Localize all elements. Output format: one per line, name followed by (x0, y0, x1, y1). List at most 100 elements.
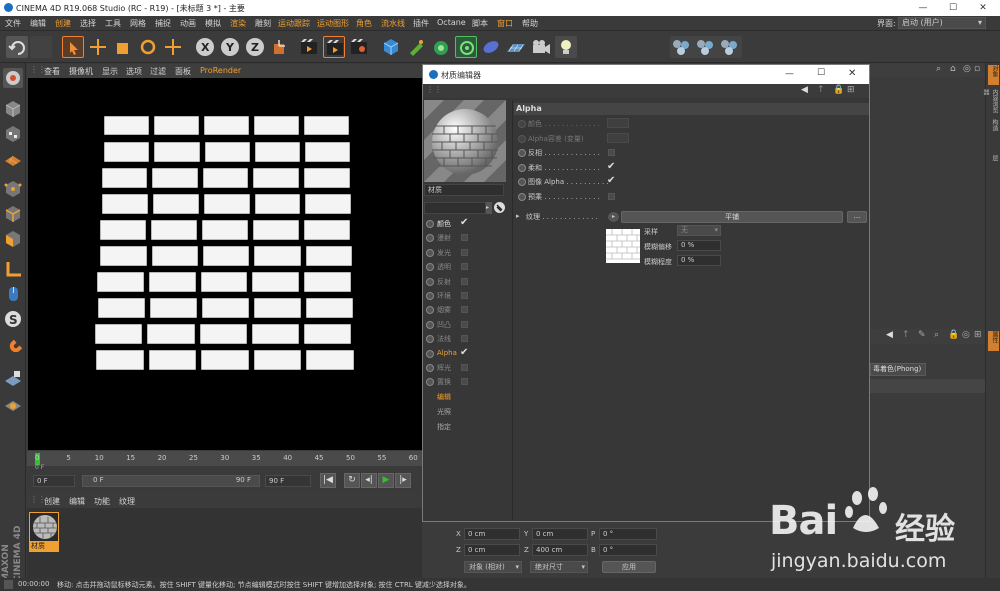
property-value-field[interactable] (607, 132, 629, 143)
preview-size-arrow-icon[interactable]: ▸ (486, 202, 492, 214)
move-tool-button[interactable] (87, 36, 109, 58)
cloner-button[interactable] (455, 36, 477, 58)
property-animate-icon[interactable] (518, 192, 526, 201)
channel-item[interactable]: 透明 (423, 260, 508, 273)
coord-mode-dropdown[interactable]: 对象 (相对) ▾ (464, 561, 522, 573)
channel-checkbox[interactable] (461, 234, 468, 242)
checkmark-icon[interactable]: ✔ (607, 176, 615, 186)
channel-item[interactable]: 法线 (423, 332, 508, 345)
attr-lock-icon[interactable]: 🔒 (948, 330, 959, 340)
end-frame-field[interactable]: 90 F (265, 475, 311, 487)
menu-sculpt[interactable]: 雕刻 (255, 18, 271, 29)
step-back-button[interactable]: ◂| (361, 473, 377, 488)
render-picture-viewer-button[interactable] (323, 36, 345, 58)
menu-edit[interactable]: 编辑 (30, 18, 46, 29)
x-axis-button[interactable]: X (194, 36, 216, 58)
render-view-button[interactable] (298, 36, 320, 58)
magnet-icon[interactable] (3, 339, 23, 359)
tab-content-browser[interactable]: 内容浏览器 (982, 89, 999, 117)
material-menu-create[interactable]: 创建 (44, 496, 60, 507)
channel-item[interactable]: 环境 (423, 289, 508, 302)
timeline[interactable]: 0510152025303540455055606570758085900 F (27, 451, 606, 471)
lock-icon[interactable]: 🔒 (833, 85, 844, 95)
channel-item[interactable]: 烟雾 (423, 303, 508, 316)
dialog-maximize-button[interactable]: ☐ (817, 68, 825, 78)
material-name-field[interactable]: 材质 (424, 184, 504, 196)
menu-window[interactable]: 窗口 (497, 18, 513, 29)
size-mode-dropdown[interactable]: 绝对尺寸 ▾ (530, 561, 588, 573)
channel-checkbox[interactable] (461, 364, 468, 371)
channel-radio-icon[interactable] (426, 234, 434, 243)
viewport-menu-filter[interactable]: 过滤 (150, 66, 166, 77)
frame-range-slider[interactable]: 0 F 90 F (82, 475, 260, 487)
viewport-menu-display[interactable]: 显示 (102, 66, 118, 77)
points-mode-icon[interactable] (3, 179, 23, 199)
attr-search-icon[interactable]: ⌕ (934, 330, 939, 340)
deformer-button[interactable] (480, 36, 502, 58)
redo-button[interactable] (30, 36, 52, 58)
menu-pipeline[interactable]: 流水线 (381, 18, 405, 29)
channel-radio-icon[interactable] (426, 320, 434, 329)
coord-p-field[interactable]: 0 ° (599, 528, 657, 540)
material-menu-function[interactable]: 功能 (94, 496, 110, 507)
shader-tab[interactable]: 毒着色(Phong) (870, 363, 926, 376)
live-selection-button[interactable] (62, 36, 84, 58)
snapping-icon[interactable]: S (3, 309, 23, 329)
coord-y-field[interactable]: 0 cm (532, 528, 588, 540)
channel-item[interactable]: 发光 (423, 246, 508, 259)
channel-radio-icon[interactable] (426, 220, 434, 228)
texture-more-button[interactable]: ... (847, 211, 867, 223)
axis-mode-icon[interactable] (3, 259, 23, 279)
menu-motion-tracking[interactable]: 运动跟踪 (278, 18, 310, 29)
tab-attributes[interactable]: 属性 (988, 331, 999, 351)
property-value-field[interactable] (607, 118, 629, 128)
home-icon[interactable]: ⌂ (950, 64, 956, 74)
property-animate-icon[interactable] (518, 149, 526, 157)
menu-snap[interactable]: 捕捉 (155, 18, 171, 29)
channel-item[interactable]: 漫射 (423, 231, 508, 244)
channel-radio-icon[interactable] (426, 292, 434, 300)
y-axis-button[interactable]: Y (219, 36, 241, 58)
dialog-extra-item[interactable]: 编辑 (437, 392, 451, 402)
property-animate-icon[interactable] (518, 178, 526, 186)
dialog-extra-item[interactable]: 光照 (437, 407, 451, 417)
go-to-start-button[interactable]: |◀ (320, 473, 336, 488)
channel-checkbox[interactable] (461, 248, 468, 256)
menu-create[interactable]: 创建 (55, 18, 71, 29)
tab-objects[interactable]: 对象 (988, 65, 999, 85)
viewport[interactable] (28, 78, 422, 450)
play-button[interactable]: ▶ (378, 473, 394, 488)
panel-menu-icon[interactable]: ▫ (974, 64, 980, 74)
attr-edit-icon[interactable]: ✎ (918, 330, 926, 340)
preview-size-field[interactable] (424, 202, 486, 214)
texture-expand-icon[interactable]: ▸ (516, 212, 520, 220)
attr-up-icon[interactable]: ↑ (902, 330, 910, 340)
menu-help[interactable]: 帮助 (522, 18, 538, 29)
viewport-menu-options[interactable]: 选项 (126, 66, 142, 77)
menu-tools[interactable]: 工具 (105, 18, 121, 29)
texture-mode-icon[interactable] (3, 124, 23, 144)
viewport-menu-prorender[interactable]: ProRender (200, 66, 241, 75)
material-thumbnail[interactable]: 材质 (29, 512, 59, 552)
dialog-extra-item[interactable]: 指定 (437, 422, 451, 432)
channel-item[interactable]: 反射 (423, 275, 508, 288)
material-menu-texture[interactable]: 纹理 (119, 496, 135, 507)
coordinate-system-button[interactable] (269, 36, 291, 58)
planar-workplane-icon[interactable] (3, 394, 23, 414)
property-animate-icon[interactable] (518, 134, 526, 143)
start-frame-field[interactable]: 0 F (33, 475, 75, 487)
menu-octane[interactable]: Octane (437, 18, 466, 27)
checkmark-icon[interactable]: ✔ (607, 161, 615, 171)
channel-checkbox[interactable] (461, 292, 468, 299)
size-z-field[interactable]: 400 cm (532, 544, 588, 556)
channel-radio-icon[interactable] (426, 378, 434, 387)
tab-structure[interactable]: 构造 (988, 119, 999, 141)
menu-mesh[interactable]: 网格 (130, 18, 146, 29)
channel-radio-icon[interactable] (426, 277, 434, 286)
channel-checkbox[interactable] (461, 335, 468, 343)
layout-dropdown[interactable]: 启动 (用户) ▾ (898, 17, 986, 29)
tab-layers[interactable]: 层 (988, 155, 999, 173)
channel-item[interactable]: Alpha ✔ (423, 347, 508, 360)
blur-scale-field[interactable]: 0 % (677, 255, 721, 266)
channel-item[interactable]: 颜色 ✔ (423, 217, 508, 230)
